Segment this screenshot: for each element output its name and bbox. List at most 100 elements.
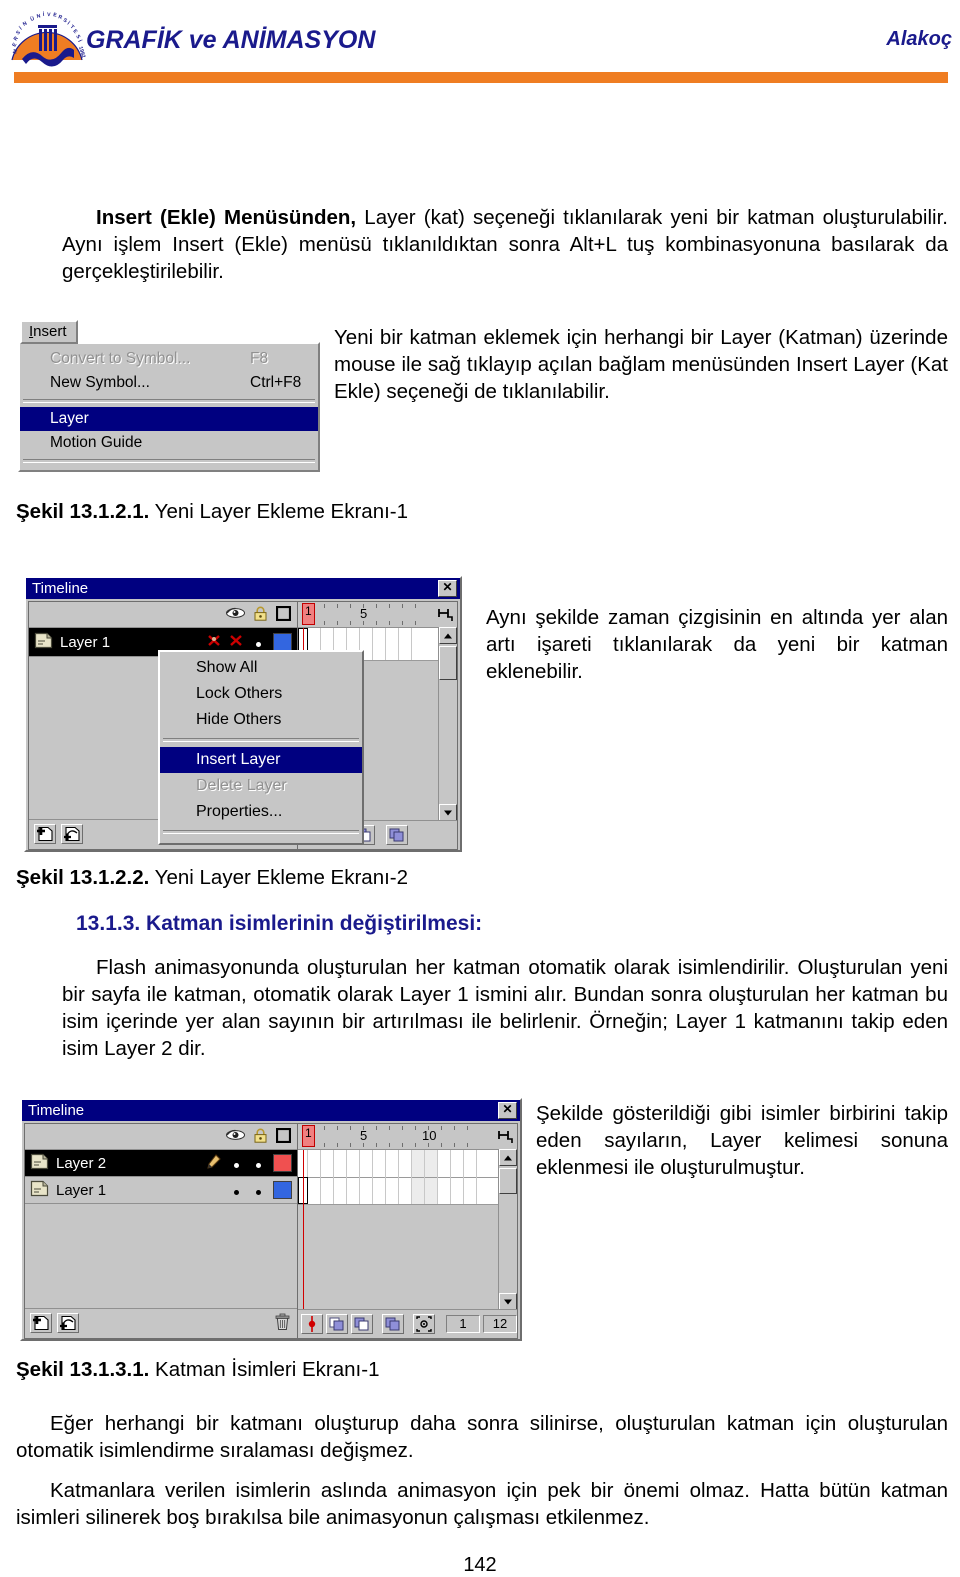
insert-dropdown-menu: Convert to Symbol... F8 New Symbol... Ct…	[18, 342, 320, 472]
menu-item-layer[interactable]: Layer	[20, 407, 318, 431]
scrollbar-thumb[interactable]	[439, 646, 457, 680]
insert-layer-icon[interactable]	[34, 824, 56, 844]
context-item-lock-others[interactable]: Lock Others	[160, 681, 362, 707]
insert-menu-screenshot: Insert Convert to Symbol... F8 New Symbo…	[18, 320, 324, 472]
add-motion-guide-icon[interactable]	[61, 824, 83, 844]
intro-bold-lead: Insert (Ekle) Menüsünden,	[96, 206, 357, 229]
layer-lock-toggle[interactable]	[225, 634, 247, 650]
figure1-description: Yeni bir katman eklemek için herhangi bi…	[334, 326, 948, 403]
context-item-delete-layer[interactable]: Delete Layer	[160, 773, 362, 799]
close-icon[interactable]: ✕	[498, 1102, 517, 1119]
header-divider-rule	[14, 72, 948, 83]
menubar-insert[interactable]: Insert	[20, 320, 78, 344]
scroll-down-icon[interactable]	[499, 1293, 517, 1310]
add-motion-guide-icon[interactable]	[57, 1313, 79, 1333]
eye-icon[interactable]	[226, 1129, 245, 1144]
menu-item-label: Convert to Symbol...	[50, 350, 191, 367]
modify-onion-markers-icon[interactable]	[413, 1314, 435, 1334]
outline-square-icon[interactable]	[275, 605, 292, 624]
timeline-panel: Timeline ✕	[20, 1098, 522, 1341]
menu-item-motion-guide[interactable]: Motion Guide	[20, 431, 318, 455]
layer-name[interactable]: Layer 2	[49, 1155, 203, 1172]
timeline-screenshot-1: Timeline ✕ Layer 1 5 1 Show All Lock Oth…	[24, 576, 462, 852]
svg-text:İ: İ	[76, 39, 83, 44]
layer-lock-toggle[interactable]	[247, 1183, 269, 1198]
layer-context-menu: Show All Lock Others Hide Others Insert …	[158, 650, 364, 845]
lock-icon[interactable]	[254, 606, 267, 624]
svg-text:R: R	[57, 14, 63, 21]
close-icon[interactable]: ✕	[438, 580, 457, 597]
scroll-up-icon[interactable]	[499, 1149, 517, 1166]
section-paragraph: Flash animasyonunda oluşturulan her katm…	[62, 956, 948, 1060]
onion-skin-icon[interactable]	[326, 1314, 348, 1334]
layer-visibility-toggle[interactable]	[203, 634, 225, 650]
context-item-show-all[interactable]: Show All	[160, 655, 362, 681]
playhead-line	[303, 1150, 304, 1311]
menu-item-label: Motion Guide	[50, 434, 143, 451]
caption-text: Yeni Layer Ekleme Ekranı-1	[149, 500, 409, 523]
header-author: Alakoç	[886, 28, 952, 50]
layer-row[interactable]: Layer 2	[25, 1150, 297, 1177]
svg-text:Ü: Ü	[29, 15, 35, 23]
scroll-up-icon[interactable]	[439, 627, 457, 644]
figure2-description: Aynı şekilde zaman çizgisinin en altında…	[486, 606, 948, 683]
menu-item-accel: F8	[250, 350, 269, 367]
menu-item-new-symbol[interactable]: New Symbol... Ctrl+F8	[20, 371, 318, 395]
eye-icon[interactable]	[226, 607, 245, 622]
layer-visibility-toggle[interactable]	[225, 1183, 247, 1198]
scroll-down-icon[interactable]	[439, 804, 457, 821]
scrollbar-thumb[interactable]	[499, 1168, 517, 1194]
insert-layer-icon[interactable]	[30, 1313, 52, 1333]
menu-item-label: Layer	[50, 410, 89, 427]
frames-vertical-scrollbar[interactable]	[438, 627, 457, 821]
edit-multiple-frames-icon[interactable]	[382, 1314, 404, 1334]
page-header: M E R S İ N Ü N İ V E R S İ T E S İ 1992	[0, 0, 960, 92]
lock-icon[interactable]	[254, 1128, 267, 1146]
timeline-ruler[interactable]: 5 1	[298, 602, 457, 628]
layer-color-swatch[interactable]	[273, 633, 292, 651]
layer-visibility-toggle[interactable]	[225, 1156, 247, 1171]
frame-view-options-icon[interactable]	[495, 1124, 517, 1149]
layer-outline-toggle[interactable]	[247, 635, 269, 650]
context-item-hide-others[interactable]: Hide Others	[160, 707, 362, 733]
playhead[interactable]: 1	[302, 603, 315, 625]
closing-paragraph-1: Eğer herhangi bir katmanı oluşturup daha…	[16, 1412, 948, 1462]
trash-icon[interactable]	[274, 1313, 291, 1334]
page-title: GRAFİK ve ANİMASYON	[86, 26, 376, 54]
ruler-number: 10	[422, 1128, 437, 1143]
edit-multiple-frames-icon[interactable]	[386, 825, 408, 845]
figure2-caption: Şekil 13.1.2.2. Yeni Layer Ekleme Ekranı…	[16, 866, 408, 890]
layer-color-swatch[interactable]	[273, 1154, 292, 1172]
onion-skin-outline-icon[interactable]	[351, 1314, 373, 1334]
outline-square-icon[interactable]	[275, 1127, 292, 1146]
svg-text:N: N	[36, 13, 41, 20]
timeline-screenshot-2: Timeline ✕ Layer 2 Layer 1 5 10 1 1 12	[20, 1098, 522, 1341]
caption-number: Şekil 13.1.2.1.	[16, 500, 150, 523]
layer-page-icon	[34, 632, 53, 652]
layer-lock-toggle[interactable]	[247, 1156, 269, 1171]
caption-number: Şekil 13.1.2.2.	[16, 866, 150, 889]
center-frame-icon[interactable]	[301, 1314, 323, 1334]
layer-name[interactable]: Layer 1	[53, 634, 203, 651]
figure1-caption: Şekil 13.1.2.1. Yeni Layer Ekleme Ekranı…	[16, 500, 408, 524]
menu-item-convert-to-symbol[interactable]: Convert to Symbol... F8	[20, 347, 318, 371]
mersin-universitesi-logo: M E R S İ N Ü N İ V E R S İ T E S İ 1992	[8, 2, 86, 72]
menu-item-accel: Ctrl+F8	[250, 374, 302, 391]
timeline-body: Layer 2 Layer 1 5 10 1 1 12	[24, 1123, 518, 1339]
layer-row[interactable]: Layer 1	[25, 1177, 297, 1204]
layer-name[interactable]: Layer 1	[49, 1182, 203, 1199]
playhead[interactable]: 1	[302, 1125, 315, 1147]
timeline-ruler[interactable]: 5 10 1	[298, 1124, 517, 1150]
frames-grid[interactable]	[298, 1150, 517, 1311]
svg-text:V: V	[47, 12, 51, 18]
svg-text:N: N	[22, 21, 28, 28]
layer-color-swatch[interactable]	[273, 1181, 292, 1199]
frames-vertical-scrollbar[interactable]	[498, 1149, 517, 1310]
context-item-properties[interactable]: Properties...	[160, 799, 362, 825]
context-menu-separator	[163, 738, 359, 742]
menu-separator-bottom	[23, 459, 315, 463]
frame-view-options-icon[interactable]	[435, 602, 457, 627]
layer-toggles	[203, 633, 297, 651]
timeline-window-title: Timeline	[28, 1102, 85, 1119]
context-item-insert-layer[interactable]: Insert Layer	[160, 747, 362, 773]
